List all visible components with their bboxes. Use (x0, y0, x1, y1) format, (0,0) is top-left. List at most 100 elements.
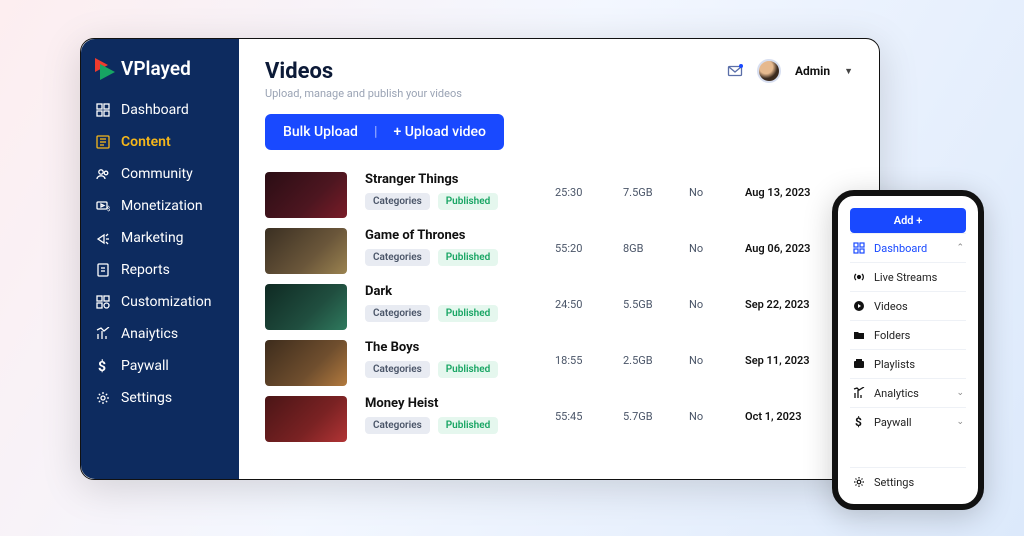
categories-tag[interactable]: Categories (365, 305, 430, 322)
mobile-item-label: Videos (874, 300, 908, 313)
mail-icon[interactable] (727, 63, 743, 79)
video-title: Game of Thrones (365, 228, 545, 243)
mobile-item-folders[interactable]: Folders (850, 320, 966, 349)
brand: VPlayed (81, 57, 239, 94)
mobile-item-label: Dashboard (874, 242, 927, 255)
sidebar-item-label: Community (121, 166, 193, 182)
video-table: Stranger Things Categories Published 25:… (265, 172, 853, 442)
date-cell: Sep 11, 2023 (745, 340, 835, 367)
flag-cell: No (689, 228, 735, 255)
sidebar-item-settings[interactable]: Settings (81, 382, 239, 414)
flag-cell: No (689, 340, 735, 367)
thumbnail (265, 284, 347, 330)
settings-icon (95, 390, 111, 406)
sidebar-item-analytics[interactable]: Anaiytics (81, 318, 239, 350)
sidebar-item-dashboard[interactable]: Dashboard (81, 94, 239, 126)
mobile-item-videos[interactable]: Videos (850, 291, 966, 320)
paywall-icon: $ (852, 415, 866, 429)
sidebar-item-customization[interactable]: Customization (81, 286, 239, 318)
avatar[interactable] (757, 59, 781, 83)
sidebar-item-label: Customization (121, 294, 211, 310)
content-icon (95, 134, 111, 150)
video-title: Stranger Things (365, 172, 545, 187)
video-icon (852, 299, 866, 313)
brand-name: VPlayed (121, 57, 191, 80)
chevron-down-icon[interactable]: ▼ (844, 66, 853, 77)
mobile-item-analytics[interactable]: Analytics ⌄ (850, 378, 966, 407)
analytics-icon (95, 326, 111, 342)
table-row[interactable]: Game of Thrones Categories Published 55:2… (265, 228, 853, 274)
sidebar-item-label: Dashboard (121, 102, 189, 118)
thumbnail (265, 228, 347, 274)
action-bar: Bulk Upload | + Upload video (265, 114, 504, 150)
video-title: Money Heist (365, 396, 545, 411)
page-title: Videos (265, 59, 462, 84)
duration-cell: 55:20 (555, 228, 613, 255)
thumbnail (265, 396, 347, 442)
date-cell: Aug 06, 2023 (745, 228, 835, 255)
size-cell: 5.7GB (623, 396, 679, 423)
thumbnail (265, 172, 347, 218)
bulk-upload-button[interactable]: Bulk Upload (283, 124, 358, 140)
page-subtitle: Upload, manage and publish your videos (265, 87, 462, 100)
dashboard-icon (852, 241, 866, 255)
svg-text:$: $ (98, 359, 106, 373)
mobile-item-label: Playlists (874, 358, 915, 371)
svg-text:$: $ (855, 416, 862, 428)
status-badge: Published (438, 417, 499, 434)
flag-cell: No (689, 172, 735, 199)
paywall-icon: $ (95, 358, 111, 374)
flag-cell: No (689, 396, 735, 423)
mobile-item-label: Paywall (874, 416, 912, 429)
svg-text:$: $ (107, 206, 110, 213)
sidebar-item-content[interactable]: Content (81, 126, 239, 158)
video-title: The Boys (365, 340, 545, 355)
categories-tag[interactable]: Categories (365, 249, 430, 266)
mobile-item-settings[interactable]: Settings (850, 467, 966, 496)
table-row[interactable]: Money Heist CategoriesPublished 55:45 5.… (265, 396, 853, 442)
table-row[interactable]: Stranger Things Categories Published 25:… (265, 172, 853, 218)
mobile-preview: Add + Dashboard ⌃ Live Streams Videos Fo… (832, 190, 984, 510)
sidebar: VPlayed Dashboard Content Community $ Mo… (81, 39, 239, 479)
categories-tag[interactable]: Categories (365, 361, 430, 378)
mobile-item-paywall[interactable]: $ Paywall ⌄ (850, 407, 966, 436)
sidebar-item-label: Anaiytics (121, 326, 178, 342)
sidebar-item-label: Reports (121, 262, 170, 278)
size-cell: 8GB (623, 228, 679, 255)
folder-icon (852, 328, 866, 342)
status-badge: Published (438, 193, 499, 210)
mobile-item-label: Live Streams (874, 271, 937, 284)
sidebar-item-label: Settings (121, 390, 172, 406)
sidebar-item-reports[interactable]: Reports (81, 254, 239, 286)
table-row[interactable]: The Boys CategoriesPublished 18:55 2.5GB… (265, 340, 853, 386)
sidebar-item-marketing[interactable]: Marketing (81, 222, 239, 254)
monetization-icon: $ (95, 198, 111, 214)
mobile-item-dashboard[interactable]: Dashboard ⌃ (850, 233, 966, 262)
sidebar-item-community[interactable]: Community (81, 158, 239, 190)
app-window: VPlayed Dashboard Content Community $ Mo… (80, 38, 880, 480)
settings-icon (852, 475, 866, 489)
mobile-item-label: Analytics (874, 387, 919, 400)
upload-video-button[interactable]: + Upload video (393, 124, 486, 140)
size-cell: 7.5GB (623, 172, 679, 199)
sidebar-item-label: Monetization (121, 198, 203, 214)
chevron-down-icon: ⌄ (956, 417, 964, 427)
sidebar-item-paywall[interactable]: $ Paywall (81, 350, 239, 382)
categories-tag[interactable]: Categories (365, 193, 430, 210)
sidebar-item-label: Marketing (121, 230, 184, 246)
sidebar-item-monetization[interactable]: $ Monetization (81, 190, 239, 222)
categories-tag[interactable]: Categories (365, 417, 430, 434)
date-cell: Aug 13, 2023 (745, 172, 835, 199)
mobile-item-live-streams[interactable]: Live Streams (850, 262, 966, 291)
add-button[interactable]: Add + (850, 208, 966, 233)
thumbnail (265, 340, 347, 386)
duration-cell: 24:50 (555, 284, 613, 311)
live-icon (852, 270, 866, 284)
mobile-item-playlists[interactable]: Playlists (850, 349, 966, 378)
video-title: Dark (365, 284, 545, 299)
user-role: Admin (795, 64, 830, 78)
status-badge: Published (438, 249, 499, 266)
duration-cell: 18:55 (555, 340, 613, 367)
table-row[interactable]: Dark CategoriesPublished 24:50 5.5GB No … (265, 284, 853, 330)
customization-icon (95, 294, 111, 310)
